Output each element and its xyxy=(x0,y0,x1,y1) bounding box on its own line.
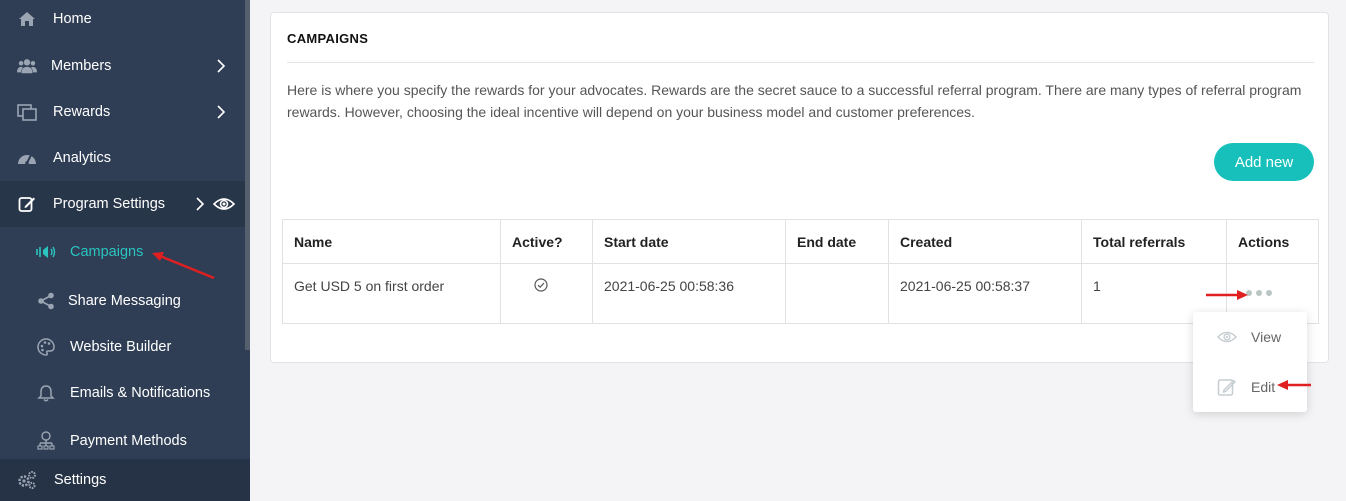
campaigns-table: Name Active? Start date End date Created… xyxy=(282,219,1319,324)
page-title: CAMPAIGNS xyxy=(287,31,369,46)
campaigns-icon xyxy=(36,242,56,262)
rewards-icon xyxy=(17,102,37,122)
menu-item-view[interactable]: View xyxy=(1193,317,1307,357)
sidebar-scrollbar[interactable] xyxy=(245,0,250,350)
sidebar-subitem-website-builder[interactable]: Website Builder xyxy=(0,324,245,370)
sidebar-subitem-emails-notifications[interactable]: Emails & Notifications xyxy=(0,370,245,416)
actions-dropdown: View Edit xyxy=(1193,312,1307,412)
divider xyxy=(287,62,1314,63)
edit-icon xyxy=(17,194,37,214)
sidebar-subitem-payment-methods[interactable]: Payment Methods xyxy=(0,418,245,464)
menu-item-label: Edit xyxy=(1251,379,1276,395)
column-header[interactable]: Name xyxy=(282,219,501,264)
column-header[interactable]: Created xyxy=(888,219,1082,264)
campaign-name: Get USD 5 on first order xyxy=(282,263,501,324)
add-new-button[interactable]: Add new xyxy=(1214,143,1314,181)
sidebar-item-label: Share Messaging xyxy=(68,293,181,309)
column-header[interactable]: Active? xyxy=(500,219,593,264)
eye-icon[interactable] xyxy=(213,196,235,212)
end-date xyxy=(785,263,889,324)
edit-icon xyxy=(1217,379,1236,396)
sidebar-item-label: Settings xyxy=(54,472,107,488)
chevron-right-icon xyxy=(217,105,226,119)
column-header[interactable]: Total referrals xyxy=(1081,219,1227,264)
sidebar-item-label: Rewards xyxy=(53,104,111,120)
table-header-row: Name Active? Start date End date Created… xyxy=(282,219,1319,264)
sidebar-item-label: Analytics xyxy=(53,150,112,166)
sidebar-item-label: Payment Methods xyxy=(70,433,187,449)
sidebar-item-label: Program Settings xyxy=(53,196,166,212)
sidebar-subitem-share-messaging[interactable]: Share Messaging xyxy=(0,278,245,324)
payment-icon xyxy=(36,431,56,451)
gears-icon xyxy=(17,470,37,490)
eye-icon xyxy=(1217,331,1237,343)
annotation-arrow-icon xyxy=(1206,290,1248,300)
column-header[interactable]: End date xyxy=(785,219,889,264)
sidebar-item-label: Members xyxy=(51,58,112,74)
sidebar-item-rewards[interactable]: Rewards xyxy=(0,89,245,135)
sidebar-item-program-settings[interactable]: Program Settings xyxy=(0,181,245,227)
sidebar-item-label: Campaigns xyxy=(70,244,144,260)
sidebar-item-label: Emails & Notifications xyxy=(70,385,211,401)
active-cell xyxy=(500,263,593,324)
palette-icon xyxy=(36,337,56,357)
column-header[interactable]: Start date xyxy=(592,219,786,264)
annotation-arrow-icon xyxy=(152,252,215,280)
check-circle-icon xyxy=(534,278,548,292)
start-date: 2021-06-25 00:58:36 xyxy=(592,263,786,324)
sidebar-item-analytics[interactable]: Analytics xyxy=(0,135,245,181)
sidebar-item-settings[interactable]: Settings xyxy=(0,459,250,501)
table-row[interactable]: Get USD 5 on first order 2021-06-25 00:5… xyxy=(282,263,1319,324)
created-date: 2021-06-25 00:58:37 xyxy=(888,263,1082,324)
more-actions-icon[interactable] xyxy=(1246,290,1272,296)
sidebar-item-label: Website Builder xyxy=(70,339,172,355)
members-icon xyxy=(17,56,37,76)
campaigns-card: CAMPAIGNS Here is where you specify the … xyxy=(270,12,1329,363)
sidebar-item-home[interactable]: Home xyxy=(0,0,245,42)
chevron-right-icon xyxy=(217,59,226,73)
page-description: Here is where you specify the rewards fo… xyxy=(287,82,1302,120)
analytics-icon xyxy=(17,148,37,168)
home-icon xyxy=(17,9,37,29)
sidebar-item-members[interactable]: Members xyxy=(0,43,245,89)
menu-item-label: View xyxy=(1251,329,1282,345)
share-icon xyxy=(36,291,56,311)
bell-icon xyxy=(36,383,56,403)
sidebar-item-label: Home xyxy=(53,11,92,27)
column-header: Actions xyxy=(1226,219,1319,264)
annotation-arrow-icon xyxy=(1277,380,1311,390)
chevron-right-icon xyxy=(196,197,205,211)
